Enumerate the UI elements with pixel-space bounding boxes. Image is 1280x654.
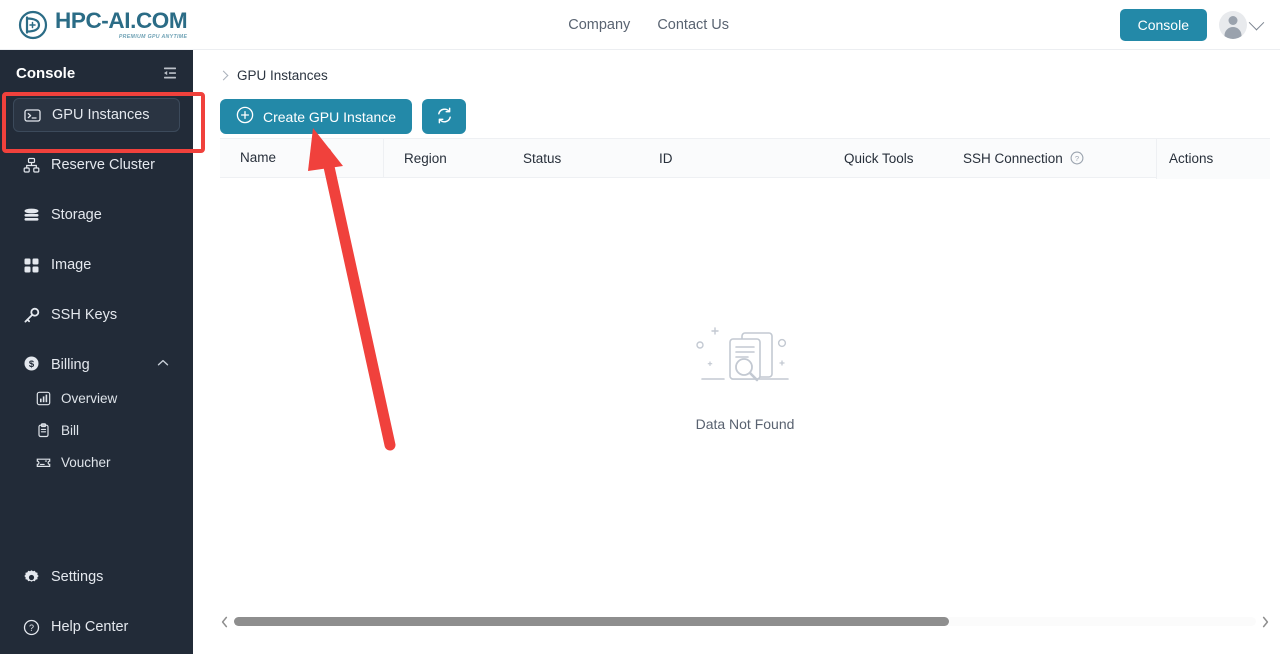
cluster-icon (23, 157, 40, 174)
sidebar-item-label: Help Center (51, 619, 129, 635)
column-header-quick-tools[interactable]: Quick Tools (824, 151, 943, 166)
caret-right-icon[interactable] (1261, 615, 1270, 628)
sidebar-item-overview[interactable]: Overview (13, 382, 180, 414)
toolbar: Create GPU Instance (193, 83, 1280, 134)
sidebar-title: Console (16, 64, 76, 82)
sidebar-nav: GPU Instances Reserve Cluster Storage Im… (0, 98, 193, 478)
question-circle-icon: ? (23, 619, 40, 636)
column-header-status[interactable]: Status (503, 151, 639, 166)
menu-fold-icon[interactable] (161, 64, 179, 82)
app-root: HPC-AI.COM PREMIUM GPU ANYTIME Company C… (0, 0, 1280, 654)
nav-item-contact-us[interactable]: Contact Us (657, 0, 729, 50)
logo-title: HPC-AI.COM (55, 8, 188, 34)
primary-nav: Company Contact Us (568, 0, 729, 50)
sidebar-item-label: Image (51, 257, 92, 273)
sidebar-item-label: GPU Instances (52, 107, 150, 123)
key-icon (23, 307, 40, 324)
breadcrumb-current[interactable]: GPU Instances (237, 68, 328, 83)
chevron-up-icon (156, 356, 170, 374)
sidebar-item-reserve-cluster[interactable]: Reserve Cluster (13, 148, 180, 182)
column-header-ssh-label: SSH Connection (963, 150, 1063, 166)
gear-icon (23, 569, 40, 586)
sidebar: Console GPU Instances Reserve Cluster St… (0, 50, 193, 654)
svg-text:?: ? (29, 623, 34, 633)
grid-icon (23, 257, 40, 274)
svg-text:$: $ (29, 359, 35, 370)
hpc-ai-logo-icon (18, 10, 48, 40)
clipboard-icon (36, 422, 51, 438)
sidebar-item-storage[interactable]: Storage (13, 198, 180, 232)
column-header-region[interactable]: Region (384, 151, 503, 166)
sidebar-item-gpu-instances[interactable]: GPU Instances (13, 98, 180, 132)
sidebar-sub-label: Overview (61, 390, 118, 406)
create-gpu-instance-label: Create GPU Instance (263, 108, 397, 125)
svg-text:?: ? (1075, 154, 1079, 163)
sidebar-item-settings[interactable]: Settings (13, 560, 180, 594)
column-header-name[interactable]: Name (220, 138, 384, 178)
top-header: HPC-AI.COM PREMIUM GPU ANYTIME Company C… (0, 0, 1280, 50)
sidebar-bottom-nav: Settings ? Help Center (0, 560, 193, 654)
breadcrumb: GPU Instances (193, 50, 1280, 83)
sidebar-item-label: Storage (51, 207, 102, 223)
sidebar-item-image[interactable]: Image (13, 248, 180, 282)
chevron-right-icon (218, 70, 229, 81)
column-header-ssh-connection[interactable]: SSH Connection ? (943, 151, 1156, 166)
sidebar-item-bill[interactable]: Bill (13, 414, 180, 446)
avatar (1219, 11, 1247, 39)
site-logo[interactable]: HPC-AI.COM PREMIUM GPU ANYTIME (18, 0, 188, 50)
table-header-row: Name Region Status ID Quick Tools SSH Co… (220, 138, 1270, 179)
create-gpu-instance-button[interactable]: Create GPU Instance (220, 99, 413, 134)
sidebar-item-label: Settings (51, 569, 104, 585)
empty-state-text: Data Not Found (695, 415, 795, 432)
console-button[interactable]: Console (1119, 9, 1207, 41)
header-actions: Console (1119, 0, 1265, 50)
sidebar-item-help-center[interactable]: ? Help Center (13, 610, 180, 644)
sidebar-header: Console (0, 54, 193, 92)
sidebar-item-label: SSH Keys (51, 307, 118, 323)
refresh-icon (435, 106, 454, 128)
refresh-button[interactable] (422, 99, 467, 134)
sidebar-sub-label: Voucher (61, 454, 111, 470)
dollar-circle-icon: $ (23, 355, 40, 376)
sidebar-item-ssh-keys[interactable]: SSH Keys (13, 298, 180, 332)
sidebar-group-billing[interactable]: $ Billing (13, 348, 180, 382)
scrollbar-track[interactable] (234, 616, 1256, 626)
logo-tagline: PREMIUM GPU ANYTIME (118, 33, 188, 40)
no-data-document-search-icon (690, 317, 800, 402)
bar-chart-icon (36, 391, 51, 406)
caret-left-icon[interactable] (220, 615, 229, 628)
storage-icon (23, 207, 40, 224)
column-header-actions[interactable]: Actions (1156, 139, 1270, 179)
user-menu[interactable] (1219, 11, 1265, 39)
question-circle-icon[interactable]: ? (1070, 151, 1084, 165)
sidebar-group-label: Billing (51, 357, 90, 373)
chevron-down-icon (1248, 14, 1265, 30)
gpu-instances-table: Name Region Status ID Quick Tools SSH Co… (220, 138, 1270, 628)
ticket-icon (36, 455, 51, 470)
sidebar-item-voucher[interactable]: Voucher (13, 446, 180, 478)
horizontal-scrollbar[interactable] (220, 613, 1270, 629)
plus-circle-icon (236, 106, 254, 127)
sidebar-item-label: Reserve Cluster (51, 157, 155, 173)
main-content: GPU Instances Create GPU Instance Name R… (193, 50, 1280, 654)
sidebar-sub-label: Bill (61, 422, 80, 438)
column-header-id[interactable]: ID (639, 151, 824, 166)
scrollbar-thumb[interactable] (234, 616, 950, 626)
terminal-icon (24, 107, 41, 124)
nav-item-company[interactable]: Company (568, 0, 630, 50)
empty-state: Data Not Found (220, 178, 1270, 570)
